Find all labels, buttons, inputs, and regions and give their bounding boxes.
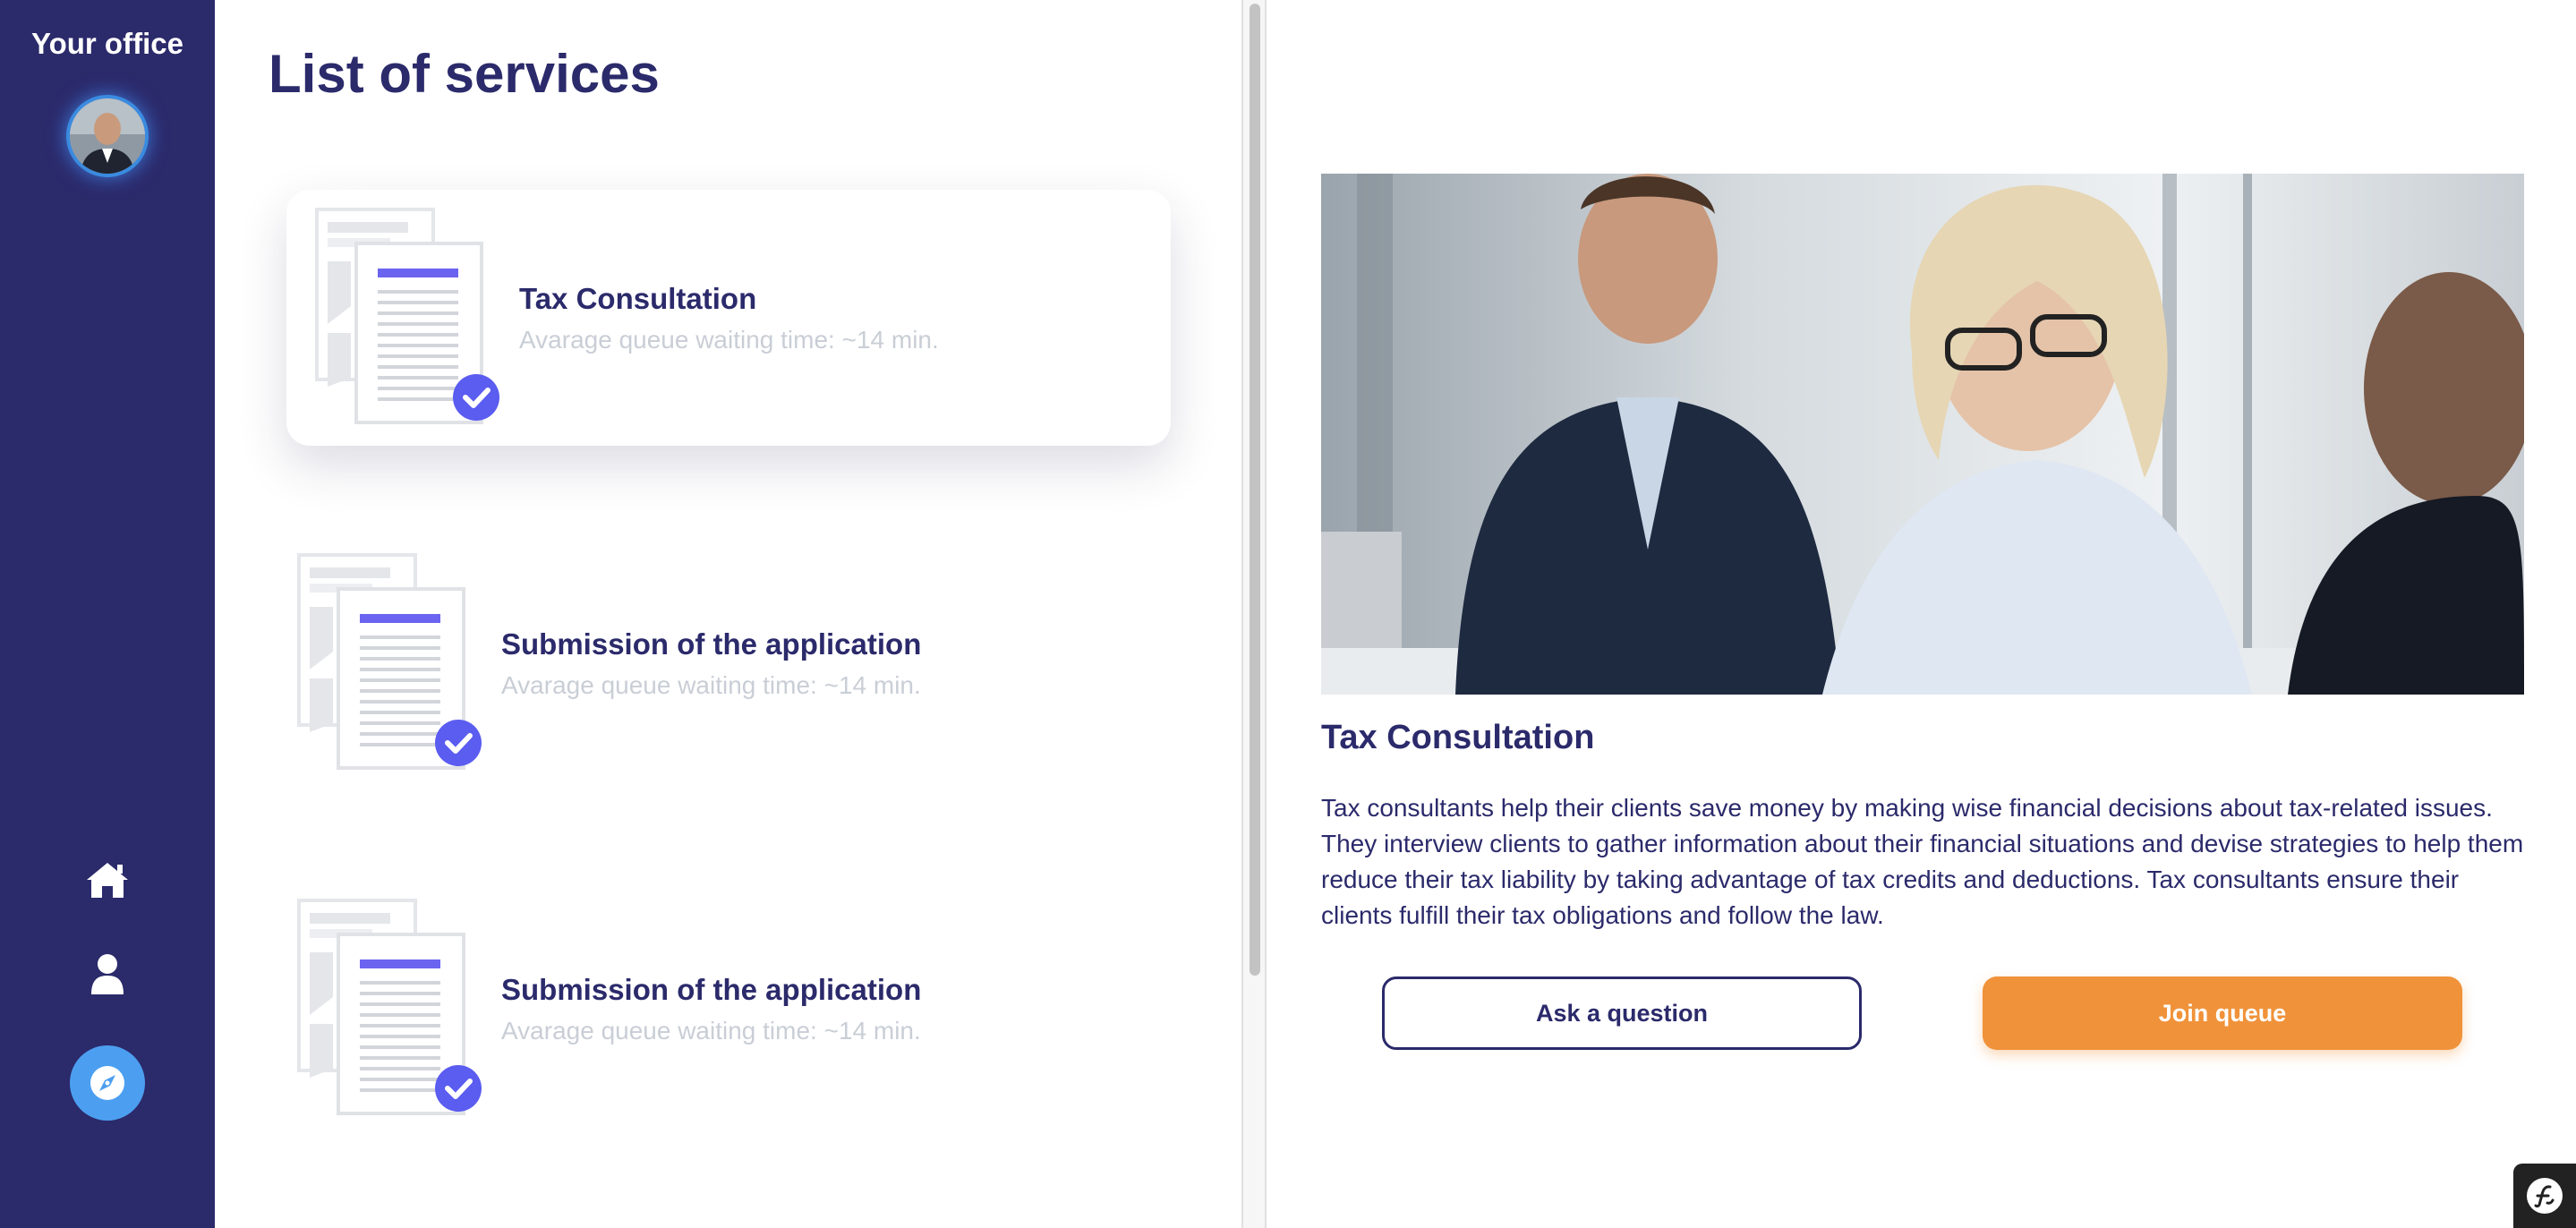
- scrollbar-thumb[interactable]: [1250, 4, 1260, 976]
- service-wait-time: Avarage queue waiting time: ~14 min.: [501, 671, 921, 699]
- detail-description: Tax consultants help their clients save …: [1321, 794, 2524, 929]
- service-card[interactable]: Submission of the application Avarage qu…: [286, 535, 1171, 791]
- service-name: Submission of the application: [501, 973, 922, 1006]
- symfony-logo-icon: [2527, 1178, 2563, 1214]
- services-panel: List of services Tax Consultation Avarag…: [215, 0, 1241, 1228]
- sidebar: Your office: [0, 0, 215, 1228]
- nav-explore-button[interactable]: [70, 1045, 145, 1121]
- service-wait-time: Avarage queue waiting time: ~14 min.: [519, 326, 939, 354]
- detail-title: Tax Consultation: [1321, 719, 1595, 756]
- user-icon: [91, 954, 124, 994]
- join-queue-button[interactable]: Join queue: [1983, 976, 2462, 1050]
- document-icon: [297, 553, 482, 770]
- home-icon: [87, 863, 128, 898]
- service-photo: [1321, 174, 2524, 695]
- avatar[interactable]: [66, 95, 149, 177]
- symfony-toolbar-toggle[interactable]: [2513, 1164, 2576, 1228]
- ask-question-button[interactable]: Ask a question: [1382, 976, 1862, 1050]
- document-icon: [297, 899, 482, 1115]
- compass-icon: [90, 1066, 124, 1100]
- service-wait-time: Avarage queue waiting time: ~14 min.: [501, 1017, 921, 1045]
- service-card[interactable]: Submission of the application Avarage qu…: [286, 881, 1171, 1137]
- nav-profile-button[interactable]: [69, 935, 146, 1012]
- service-card[interactable]: Tax Consultation Avarage queue waiting t…: [286, 190, 1171, 446]
- document-icon: [315, 208, 499, 424]
- service-name: Tax Consultation: [519, 282, 757, 315]
- service-detail-panel: Tax Consultation Tax consultants help th…: [1267, 0, 2576, 1228]
- scrollbar[interactable]: [1241, 0, 1267, 1228]
- service-name: Submission of the application: [501, 627, 922, 661]
- sidebar-title: Your office: [31, 27, 183, 60]
- page-title: List of services: [269, 44, 660, 104]
- nav-home-button[interactable]: [69, 841, 146, 918]
